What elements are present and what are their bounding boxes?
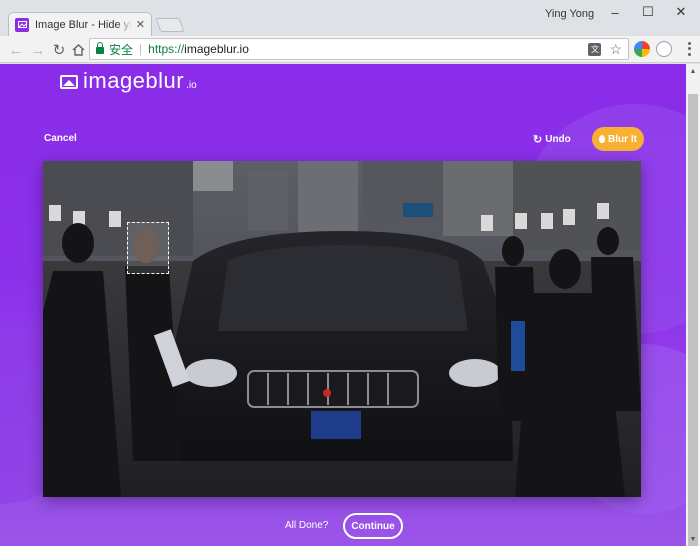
home-icon [72,44,84,56]
undo-icon: ↻ [533,134,543,146]
arrow-right-icon: → [30,41,46,59]
blur-it-label: Blur It [608,133,637,145]
photo-scene [43,161,641,497]
extension-screen-icon[interactable] [656,41,672,57]
reload-icon: ↻ [52,42,66,59]
new-tab-button[interactable] [155,18,185,32]
url-text: https://imageblur.io [148,42,249,56]
browser-menu-icon[interactable] [684,41,694,57]
scroll-up-arrow-icon[interactable]: ▲ [686,64,700,78]
logo-text: imageblur [83,68,185,93]
secure-label: 安全 [109,42,134,57]
image-logo-icon [60,75,78,89]
continue-button[interactable]: Continue [343,513,403,539]
cancel-button[interactable]: Cancel [44,133,77,144]
imageblur-favicon-icon [15,17,29,32]
imageblur-logo[interactable]: imageblur .io [60,68,197,94]
lock-icon[interactable] [96,42,104,54]
extension-color-icon[interactable] [634,41,650,57]
tab-title: Image Blur - Hide your objects [35,18,132,31]
address-bar[interactable]: 安全 | https://imageblur.io 文 ☆ [89,38,629,60]
omnibox-separator: | [139,42,143,56]
blur-it-button[interactable]: Blur It [592,127,644,151]
browser-tab[interactable]: Image Blur - Hide your objects ✕ [8,12,152,36]
all-done-label: All Done? [285,520,329,531]
undo-button[interactable]: ↻ Undo [533,133,571,146]
close-window-button[interactable]: ✕ [666,2,696,22]
translate-icon[interactable]: 文 [588,42,602,56]
droplet-icon [599,135,606,143]
scroll-down-arrow-icon[interactable]: ▼ [686,532,700,546]
url-scheme: https:// [148,42,185,56]
profile-name[interactable]: Ying Yong [545,8,594,20]
uploaded-photo[interactable] [43,161,641,497]
tab-close-icon[interactable]: ✕ [136,18,145,31]
page-scrollbar[interactable]: ▲ ▼ [686,64,700,546]
url-host: imageblur.io [184,42,249,56]
forward-button[interactable]: → [28,40,48,60]
arrow-left-icon: ← [8,41,24,59]
back-button[interactable]: ← [6,40,26,60]
maximize-button[interactable]: ☐ [633,2,663,22]
imageblur-page: imageblur .io Cancel ↻ Undo Blur It All … [0,64,686,546]
reload-button[interactable]: ↻ [49,40,69,60]
undo-label: Undo [545,134,571,145]
logo-tld: .io [186,80,197,91]
bookmark-star-icon[interactable]: ☆ [609,41,622,58]
home-button[interactable] [68,40,88,60]
scroll-thumb[interactable] [688,94,698,546]
browser-toolbar: ← → ↻ 安全 | https://imageblur.io 文 ☆ [0,36,700,63]
browser-titlebar: Image Blur - Hide your objects ✕ Ying Yo… [0,0,700,36]
blur-selection-box[interactable] [127,222,169,274]
minimize-button[interactable]: – [600,2,630,22]
